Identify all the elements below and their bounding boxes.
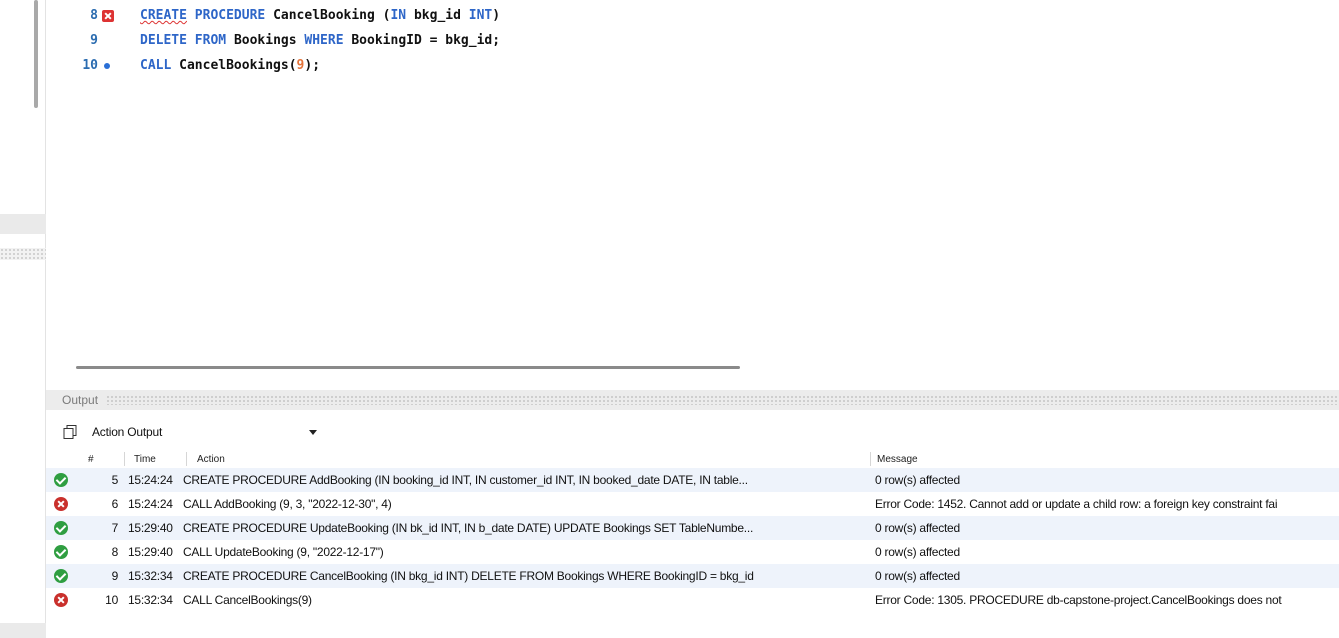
table-row[interactable]: 7 15:29:40 CREATE PROCEDURE UpdateBooking …	[46, 516, 1339, 540]
success-check-icon	[54, 569, 68, 583]
row-message: Error Code: 1452. Cannot add or update a…	[875, 497, 1278, 511]
row-action: CREATE PROCEDURE UpdateBooking (IN bk_id…	[183, 521, 754, 535]
column-header-action[interactable]: Action	[197, 454, 225, 465]
code-text: CREATE PROCEDURE CancelBooking (IN bkg_i…	[140, 8, 501, 23]
row-message: Error Code: 1305. PROCEDURE db-capstone-…	[875, 593, 1282, 607]
error-x-icon	[54, 497, 68, 511]
row-message: 0 row(s) affected	[875, 473, 960, 487]
row-time: 15:29:40	[128, 545, 173, 559]
row-number: 6	[111, 497, 119, 511]
code-line-10[interactable]: 10 CALL CancelBookings(9);	[46, 54, 1339, 78]
output-panel-header[interactable]: Output	[46, 390, 1339, 410]
row-message: 0 row(s) affected	[875, 545, 960, 559]
editor-horizontal-scrollbar[interactable]	[76, 366, 740, 369]
row-action: CREATE PROCEDURE AddBooking (IN booking_…	[183, 473, 748, 487]
column-divider[interactable]	[186, 452, 187, 466]
row-number: 10	[105, 593, 118, 607]
table-row[interactable]: 5 15:24:24 CREATE PROCEDURE AddBooking (IN…	[46, 468, 1339, 492]
success-check-icon	[54, 545, 68, 559]
row-action: CREATE PROCEDURE CancelBooking (IN bkg_i…	[183, 569, 754, 583]
navigator-strip	[0, 0, 46, 638]
row-number: 7	[111, 521, 119, 535]
output-title: Output	[62, 393, 99, 407]
row-number: 9	[111, 569, 119, 583]
success-check-icon	[54, 521, 68, 535]
row-time: 15:32:34	[128, 593, 173, 607]
navigator-footer	[0, 623, 46, 638]
row-action: CALL AddBooking (9, 3, "2022-12-30", 4)	[183, 497, 392, 511]
line-number: 10	[82, 58, 98, 73]
sql-editor[interactable]: 8 CREATE PROCEDURE CancelBooking (IN bkg…	[46, 0, 1339, 386]
panel-grip	[106, 395, 1339, 405]
row-message: 0 row(s) affected	[875, 521, 960, 535]
table-row[interactable]: 10 15:32:34 CALL CancelBookings(9) Error Co…	[46, 588, 1339, 612]
table-row[interactable]: 6 15:24:24 CALL AddBooking (9, 3, "2022-12…	[46, 492, 1339, 516]
row-time: 15:24:24	[128, 473, 173, 487]
output-type-label: Action Output	[92, 425, 163, 439]
navigator-scrollbar[interactable]	[34, 0, 38, 108]
code-text: CALL CancelBookings(9);	[140, 58, 321, 73]
success-check-icon	[54, 473, 68, 487]
table-row[interactable]: 9 15:32:34 CREATE PROCEDURE CancelBooking …	[46, 564, 1339, 588]
error-x-icon	[54, 593, 68, 607]
column-header-message[interactable]: Message	[877, 454, 918, 465]
row-message: 0 row(s) affected	[875, 569, 960, 583]
row-time: 15:24:24	[128, 497, 173, 511]
line-number: 8	[90, 8, 98, 23]
row-action: CALL CancelBookings(9)	[183, 593, 312, 607]
grid-rows: 5 15:24:24 CREATE PROCEDURE AddBooking (IN…	[46, 468, 1339, 612]
row-time: 15:32:34	[128, 569, 173, 583]
grid-header: # Time Action Message	[46, 450, 1339, 468]
row-number: 5	[111, 473, 119, 487]
copy-icon[interactable]	[62, 424, 78, 440]
column-divider[interactable]	[870, 452, 871, 466]
column-header-num[interactable]: #	[88, 454, 94, 465]
action-output-grid: # Time Action Message 5 15:24:24 CREATE PR…	[46, 450, 1339, 612]
code-line-9[interactable]: 9 DELETE FROM Bookings WHERE BookingID =…	[46, 29, 1339, 53]
line-number: 9	[90, 33, 98, 48]
navigator-band	[0, 214, 46, 234]
row-number: 8	[111, 545, 119, 559]
code-text: DELETE FROM Bookings WHERE BookingID = b…	[140, 33, 501, 48]
navigator-splitter[interactable]	[0, 248, 46, 260]
chevron-down-icon	[309, 430, 317, 435]
code-line-8[interactable]: 8 CREATE PROCEDURE CancelBooking (IN bkg…	[46, 4, 1339, 28]
column-divider[interactable]	[124, 452, 125, 466]
row-time: 15:29:40	[128, 521, 173, 535]
table-row[interactable]: 8 15:29:40 CALL UpdateBooking (9, "2022-12…	[46, 540, 1339, 564]
output-toolbar: Action Output	[46, 420, 1339, 444]
row-action: CALL UpdateBooking (9, "2022-12-17")	[183, 545, 384, 559]
output-type-select[interactable]: Action Output	[92, 422, 322, 442]
column-header-time[interactable]: Time	[134, 454, 156, 465]
error-marker-icon[interactable]	[102, 10, 114, 22]
current-statement-dot-icon	[104, 63, 110, 69]
